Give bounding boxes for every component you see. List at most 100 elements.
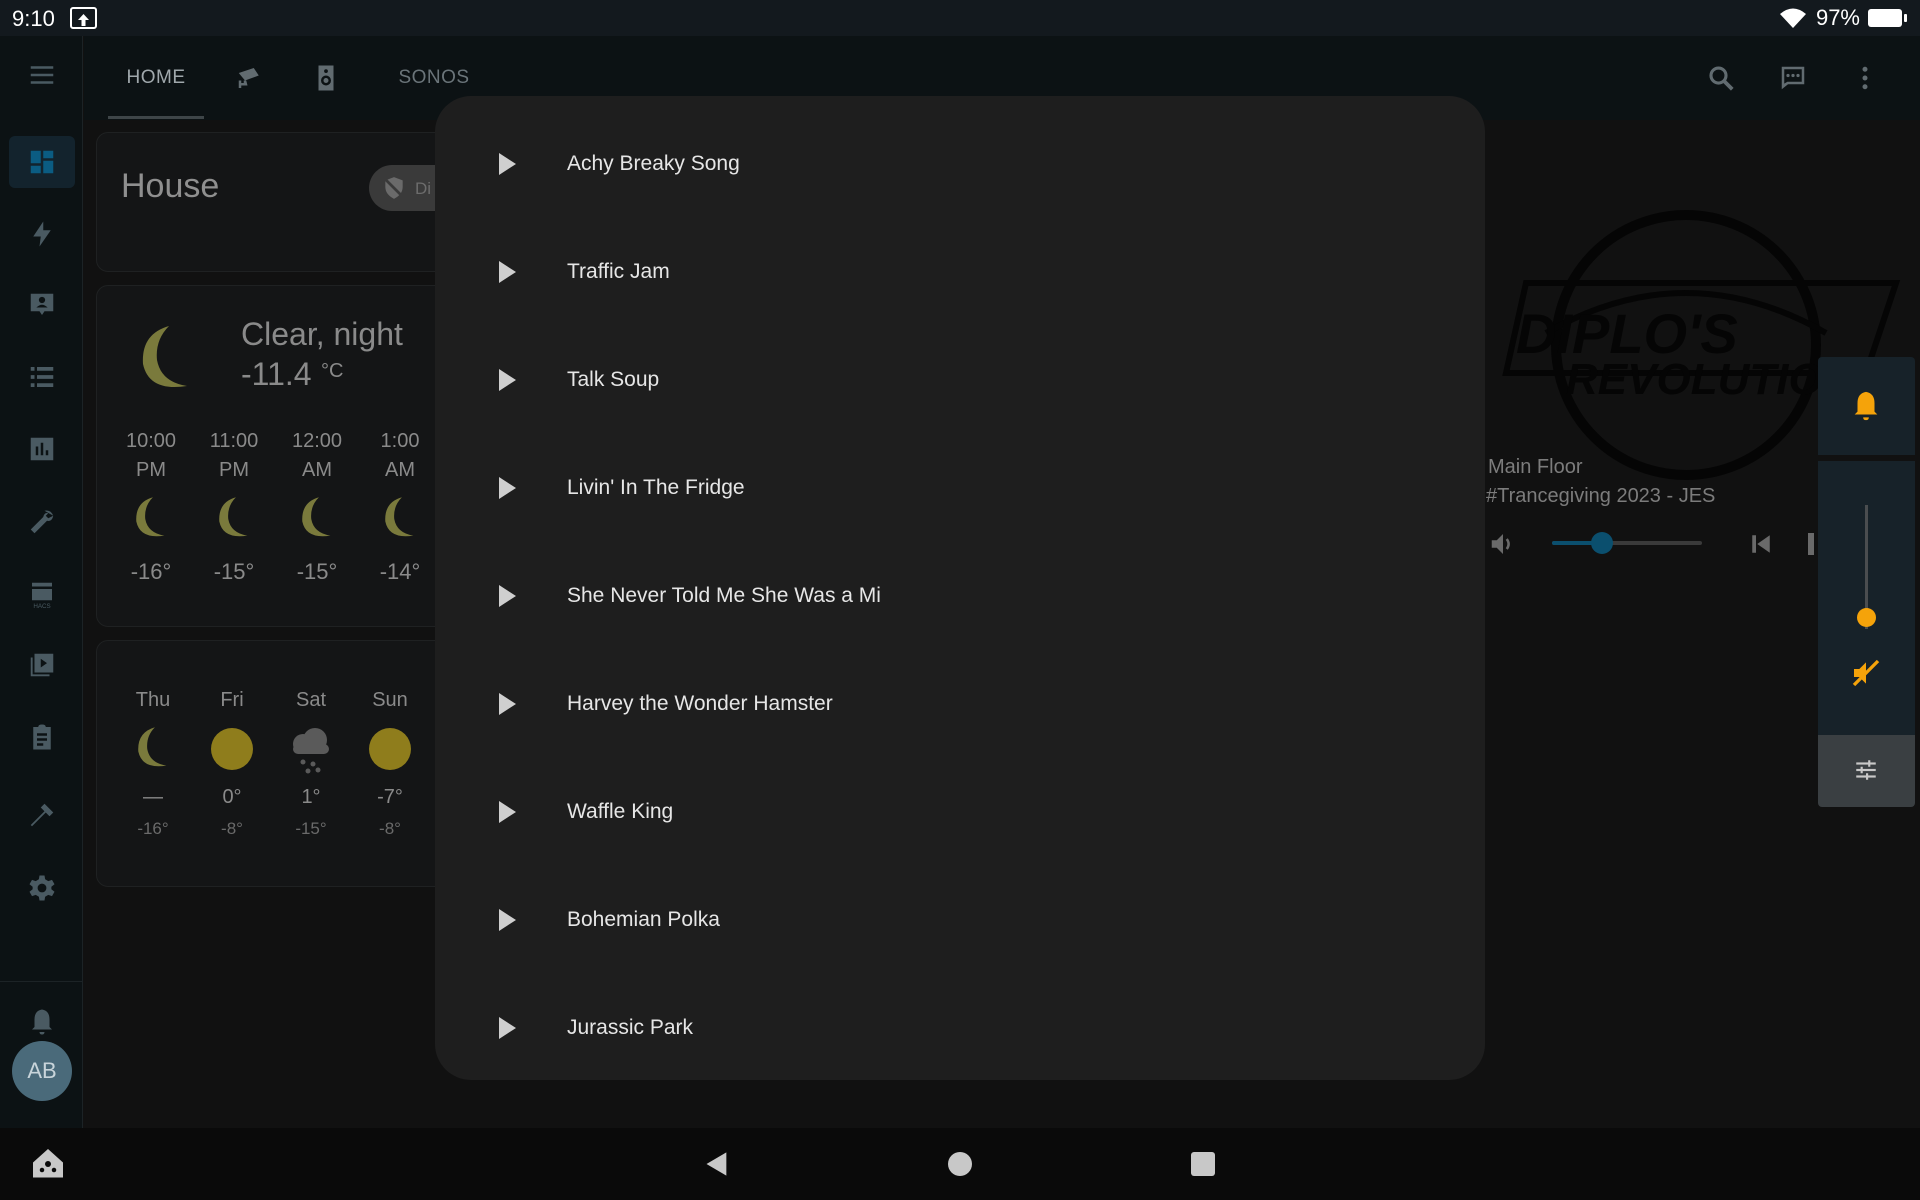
recents-icon[interactable] bbox=[1191, 1152, 1215, 1176]
status-right: 97% bbox=[1778, 5, 1907, 31]
shield-off-icon bbox=[383, 177, 405, 199]
volume-panel-settings[interactable] bbox=[1818, 735, 1915, 807]
weather-temperature: -11.4 bbox=[241, 356, 312, 392]
daily-forecast-item: Thu — -16° bbox=[123, 689, 183, 879]
hourly-forecast-item: 12:00 AM -15° bbox=[281, 430, 353, 620]
lightning-icon[interactable] bbox=[9, 208, 75, 260]
track-title: Harvey the Wonder Hamster bbox=[567, 692, 833, 715]
play-icon[interactable] bbox=[487, 144, 527, 184]
tab-home[interactable]: HOME bbox=[108, 36, 204, 120]
camera-icon bbox=[238, 68, 259, 88]
track-title: Bohemian Polka bbox=[567, 908, 720, 931]
track-row[interactable]: Achy Breaky Song bbox=[435, 110, 1485, 218]
track-row[interactable]: Talk Soup bbox=[435, 326, 1485, 434]
tab-camera[interactable] bbox=[220, 36, 280, 120]
daily-high: 0° bbox=[222, 786, 242, 808]
track-title: Talk Soup bbox=[567, 368, 660, 391]
play-icon[interactable] bbox=[487, 792, 527, 832]
play-icon[interactable] bbox=[487, 468, 527, 508]
sidebar-divider bbox=[0, 981, 83, 982]
daily-low: -8° bbox=[379, 819, 401, 838]
hourly-forecast-item: 10:00 PM -16° bbox=[115, 430, 187, 620]
volume-slider[interactable] bbox=[1552, 532, 1702, 554]
mute-icon[interactable] bbox=[1850, 657, 1882, 689]
assist-chat-icon[interactable] bbox=[1771, 56, 1815, 100]
wrench-icon[interactable] bbox=[9, 496, 75, 548]
track-row[interactable]: Bohemian Polka bbox=[435, 866, 1485, 974]
track-row[interactable]: She Never Told Me She Was a Mi bbox=[435, 542, 1485, 650]
svg-text:HACS: HACS bbox=[33, 603, 50, 609]
track-list-dialog: Achy Breaky Song Traffic Jam Talk Soup L… bbox=[435, 96, 1485, 1080]
menu-icon[interactable] bbox=[9, 49, 75, 101]
daily-high: 1° bbox=[301, 786, 321, 808]
daily-low: -15° bbox=[295, 819, 327, 838]
daily-day: Thu bbox=[135, 689, 171, 711]
play-icon[interactable] bbox=[487, 900, 527, 940]
play-pause-icon[interactable] bbox=[1808, 533, 1814, 555]
play-icon[interactable] bbox=[487, 1008, 527, 1048]
more-vert-icon[interactable] bbox=[1843, 56, 1887, 100]
weather-hourly-card: Clear, night -11.4 °C 10:00 PM -16° 11:0… bbox=[96, 285, 456, 627]
hourly-time: 12:00 bbox=[291, 430, 343, 452]
daily-day: Sun bbox=[372, 689, 408, 711]
hourly-ampm: PM bbox=[136, 459, 166, 481]
status-time: 9:10 bbox=[12, 6, 55, 31]
play-icon[interactable] bbox=[487, 576, 527, 616]
daily-day: Fri bbox=[220, 689, 244, 711]
sun-icon bbox=[369, 728, 411, 770]
play-icon[interactable] bbox=[487, 252, 527, 292]
home-assistant-icon[interactable] bbox=[30, 1146, 66, 1182]
house-card: House Di bbox=[96, 132, 469, 272]
tune-icon bbox=[1856, 760, 1876, 780]
hacs-icon[interactable]: HACS bbox=[9, 568, 75, 620]
person-card-icon[interactable] bbox=[9, 279, 75, 331]
chart-icon[interactable] bbox=[9, 423, 75, 475]
sidebar: HACS AB bbox=[0, 36, 83, 1128]
track-row[interactable]: Traffic Jam bbox=[435, 218, 1485, 326]
media-room: Main Floor bbox=[1488, 456, 1583, 478]
play-icon[interactable] bbox=[487, 684, 527, 724]
volume-panel-slider-area bbox=[1818, 461, 1915, 739]
list-icon[interactable] bbox=[9, 351, 75, 403]
clipboard-icon[interactable] bbox=[9, 711, 75, 763]
status-bar: 9:10 97% bbox=[0, 0, 1920, 36]
hourly-temp: -15° bbox=[296, 559, 338, 584]
back-icon[interactable] bbox=[703, 1150, 731, 1178]
track-row[interactable]: Waffle King bbox=[435, 758, 1485, 866]
daily-forecast-item: Fri 0° -8° bbox=[202, 689, 262, 879]
media-icon[interactable] bbox=[9, 639, 75, 691]
daily-high: -7° bbox=[377, 786, 403, 808]
hourly-forecast-item: 11:00 PM -15° bbox=[198, 430, 270, 620]
volume-icon[interactable] bbox=[1486, 529, 1520, 559]
track-row[interactable]: Livin' In The Fridge bbox=[435, 434, 1485, 542]
panel-volume-thumb[interactable] bbox=[1857, 607, 1876, 627]
bell-icon[interactable] bbox=[1849, 388, 1883, 424]
daily-low: -16° bbox=[137, 819, 169, 838]
hammer-icon[interactable] bbox=[9, 789, 75, 841]
avatar[interactable]: AB bbox=[12, 1041, 72, 1101]
track-title: Livin' In The Fridge bbox=[567, 476, 745, 499]
gear-icon[interactable] bbox=[9, 862, 75, 914]
album-art-text-2: REVOLUTIO bbox=[1566, 355, 1823, 404]
search-icon[interactable] bbox=[1699, 56, 1743, 100]
moon-icon bbox=[138, 727, 167, 767]
play-icon[interactable] bbox=[487, 360, 527, 400]
house-title: House bbox=[121, 167, 220, 205]
hourly-time: 11:00 bbox=[209, 430, 259, 452]
previous-track-icon[interactable] bbox=[1746, 529, 1776, 559]
track-row[interactable]: Jurassic Park bbox=[435, 974, 1485, 1082]
volume-panel-top bbox=[1818, 357, 1915, 455]
moon-icon bbox=[385, 497, 414, 537]
volume-slider-thumb[interactable] bbox=[1590, 532, 1613, 554]
daily-forecast-item: Sun -7° -8° bbox=[360, 689, 420, 879]
hourly-forecast-item: 1:00 AM -14° bbox=[364, 430, 436, 620]
hourly-temp: -16° bbox=[130, 559, 172, 584]
home-icon[interactable] bbox=[948, 1152, 972, 1176]
dashboard-icon[interactable] bbox=[9, 136, 75, 188]
alarm-chip-label: Di bbox=[415, 179, 432, 198]
hourly-time: 10:00 bbox=[125, 430, 177, 452]
track-row[interactable]: Harvey the Wonder Hamster bbox=[435, 650, 1485, 758]
sun-icon bbox=[211, 728, 253, 770]
daily-low: -8° bbox=[221, 819, 243, 838]
tab-speaker[interactable] bbox=[296, 36, 356, 120]
